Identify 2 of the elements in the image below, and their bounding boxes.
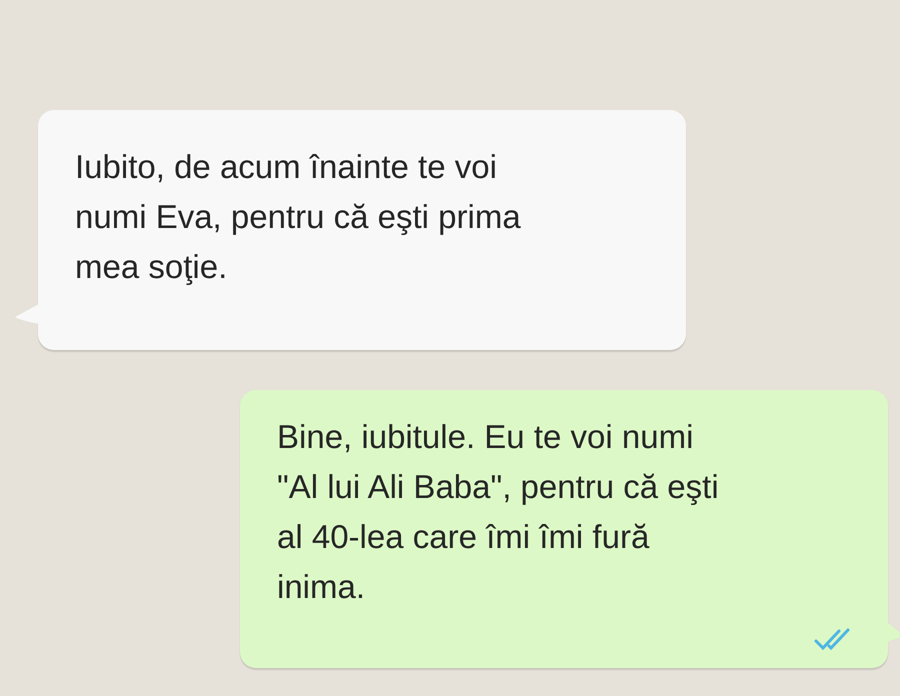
message-text: Bine, iubitule. Eu te voi numi "Al lui Ali Baba", pentru că eşti al 40-lea care îmi îmi fură inima. [277, 417, 720, 607]
message-text: Iubito, de acum înainte te voi numi Eva, pentru că eşti prima mea soţie. [75, 147, 522, 287]
